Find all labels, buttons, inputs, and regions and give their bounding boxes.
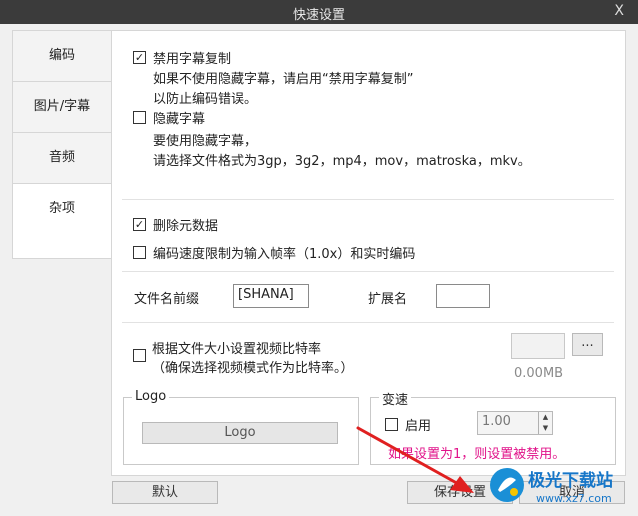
disable-subtitle-copy-checkbox[interactable]: ✓ <box>133 51 146 64</box>
spin-down-icon[interactable]: ▼ <box>538 423 552 434</box>
tab-misc[interactable]: 杂项 <box>12 183 112 234</box>
file-size-value: 0.00MB <box>514 366 564 381</box>
delete-metadata-checkbox[interactable]: ✓ <box>133 218 146 231</box>
spin-up-icon[interactable]: ▲ <box>538 412 552 423</box>
tab-list: 编码 图片/字幕 音频 杂项 <box>12 30 112 259</box>
watermark-text: 极光下载站 <box>528 471 613 491</box>
hidden-subtitle-note-2: 请选择文件格式为3gp，3g2，mp4，mov，matroska，mkv。 <box>153 154 531 169</box>
settings-panel: ✓ 禁用字幕复制 如果不使用隐藏字幕，请启用“禁用字幕复制” 以防止编码错误。 … <box>111 30 626 476</box>
default-button[interactable]: 默认 <box>112 481 218 504</box>
close-button[interactable]: X <box>614 3 624 19</box>
bitrate-by-size-checkbox[interactable] <box>133 349 146 362</box>
disable-subtitle-copy-label: 禁用字幕复制 <box>153 52 232 67</box>
bitrate-by-size-label: 根据文件大小设置视频比特率 <box>152 342 322 357</box>
tab-encoding[interactable]: 编码 <box>12 30 112 81</box>
watermark: 极光下载站 www.xz7.com <box>488 462 634 514</box>
separator <box>122 199 614 200</box>
limit-speed-label: 编码速度限制为输入帧率（1.0x）和实时编码 <box>153 247 416 262</box>
tab-audio[interactable]: 音频 <box>12 132 112 183</box>
watermark-logo-icon <box>490 468 524 502</box>
hidden-subtitle-note-1: 要使用隐藏字幕， <box>153 134 258 149</box>
delete-metadata-label: 删除元数据 <box>153 219 219 234</box>
extension-input[interactable] <box>436 284 490 308</box>
speed-group-label: 变速 <box>379 389 412 408</box>
filename-prefix-input[interactable]: [SHANA] <box>233 284 309 308</box>
extension-label: 扩展名 <box>368 292 408 307</box>
tab-picture-subtitle[interactable]: 图片/字幕 <box>12 81 112 132</box>
separator <box>122 271 614 272</box>
separator <box>122 322 614 323</box>
disable-subtitle-copy-note-2: 以防止编码错误。 <box>153 92 258 107</box>
title-bar: 快速设置 X <box>0 0 638 24</box>
file-size-input[interactable] <box>511 333 565 359</box>
tab-filler <box>12 234 112 259</box>
hidden-subtitle-label: 隐藏字幕 <box>153 112 206 127</box>
limit-speed-checkbox[interactable] <box>133 246 146 259</box>
watermark-url: www.xz7.com <box>536 492 612 505</box>
logo-group-label: Logo <box>132 389 170 404</box>
arrow-annotation-icon <box>356 426 474 493</box>
browse-button[interactable]: ... <box>572 333 603 356</box>
logo-button[interactable]: Logo <box>142 422 338 444</box>
filename-prefix-label: 文件名前缀 <box>134 292 200 307</box>
disable-subtitle-copy-note-1: 如果不使用隐藏字幕，请启用“禁用字幕复制” <box>153 72 414 87</box>
bitrate-by-size-note: （确保选择视频模式作为比特率。） <box>152 361 354 376</box>
window-title: 快速设置 <box>292 8 345 23</box>
hidden-subtitle-checkbox[interactable] <box>133 111 146 124</box>
